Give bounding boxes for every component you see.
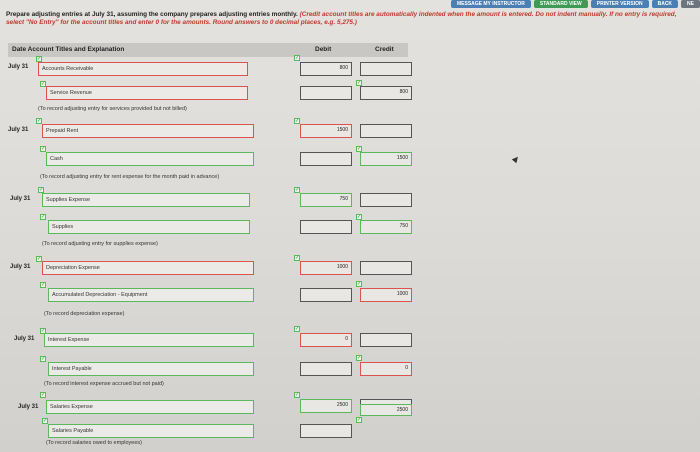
check-icon: ✓ bbox=[356, 355, 362, 361]
debit-amount-input[interactable] bbox=[300, 152, 352, 166]
entry-explanation: (To record depreciation expense) bbox=[44, 311, 125, 317]
instructions-main: Prepare adjusting entries at July 31, as… bbox=[6, 11, 298, 18]
credit-account-select[interactable]: Salaries Payable bbox=[48, 424, 254, 438]
check-icon: ✓ bbox=[294, 55, 300, 61]
entry-date: July 31 bbox=[8, 127, 29, 133]
credit-amount-input[interactable] bbox=[360, 124, 412, 138]
credit-account-select[interactable]: Accumulated Depreciation - Equipment bbox=[48, 288, 254, 302]
check-icon: ✓ bbox=[294, 392, 300, 398]
check-icon: ✓ bbox=[40, 356, 46, 362]
printer-version-button[interactable]: PRINTER VERSION bbox=[590, 0, 649, 8]
debit-account-select[interactable]: Prepaid Rent bbox=[42, 124, 254, 138]
credit-amount-input[interactable] bbox=[360, 62, 412, 76]
debit-account-select[interactable]: Depreciation Expense bbox=[42, 261, 254, 275]
entry-date: July 31 bbox=[18, 404, 39, 410]
credit-amount-input[interactable]: 0 bbox=[360, 362, 412, 376]
debit-amount-input[interactable] bbox=[300, 362, 352, 376]
entry-explanation: (To record salaries owed to employees) bbox=[46, 440, 142, 446]
debit-amount-input[interactable]: 1500 bbox=[300, 124, 352, 138]
debit-amount-input[interactable]: 800 bbox=[300, 62, 352, 76]
table-header: Date Account Titles and Explanation Debi… bbox=[8, 43, 408, 57]
credit-amount-input[interactable]: 1500 bbox=[360, 152, 412, 166]
debit-amount-input[interactable] bbox=[300, 220, 352, 234]
credit-amount-input[interactable]: 2500 bbox=[360, 404, 412, 416]
credit-amount-input[interactable]: 750 bbox=[360, 220, 412, 234]
standard-view-button[interactable]: STANDARD VIEW bbox=[533, 0, 588, 8]
top-nav: MESSAGE MY INSTRUCTOR STANDARD VIEW PRIN… bbox=[451, 0, 700, 8]
entry-date: July 31 bbox=[8, 64, 29, 70]
entry-date: July 31 bbox=[14, 336, 35, 342]
credit-account-select[interactable]: Interest Payable bbox=[48, 362, 254, 376]
debit-amount-input[interactable] bbox=[300, 86, 352, 100]
check-icon: ✓ bbox=[356, 281, 362, 287]
debit-account-select[interactable]: Supplies Expense bbox=[42, 193, 250, 207]
debit-amount-input[interactable]: 1000 bbox=[300, 261, 352, 275]
debit-amount-input[interactable]: 750 bbox=[300, 193, 352, 207]
mouse-cursor-icon bbox=[511, 154, 521, 164]
debit-account-select[interactable]: Salaries Expense bbox=[46, 400, 254, 414]
message-instructor-button[interactable]: MESSAGE MY INSTRUCTOR bbox=[451, 0, 531, 8]
page: MESSAGE MY INSTRUCTOR STANDARD VIEW PRIN… bbox=[0, 0, 700, 452]
entry-explanation: (To record interest expense accrued but … bbox=[44, 381, 164, 387]
entry-explanation: (To record adjusting entry for supplies … bbox=[42, 241, 158, 247]
debit-amount-input[interactable]: 2500 bbox=[300, 399, 352, 413]
check-icon: ✓ bbox=[356, 417, 362, 423]
check-icon: ✓ bbox=[40, 214, 46, 220]
entry-date: July 31 bbox=[10, 264, 31, 270]
credit-account-select[interactable]: Supplies bbox=[48, 220, 250, 234]
col-debit: Debit bbox=[315, 46, 332, 53]
col-date-account: Date Account Titles and Explanation bbox=[12, 46, 125, 53]
debit-amount-input[interactable]: 0 bbox=[300, 333, 352, 347]
credit-amount-input[interactable] bbox=[360, 333, 412, 347]
entry-explanation: (To record adjusting entry for services … bbox=[38, 106, 187, 112]
debit-amount-input[interactable] bbox=[300, 288, 352, 302]
entry-date: July 31 bbox=[10, 196, 31, 202]
credit-amount-input[interactable] bbox=[360, 193, 412, 207]
check-icon: ✓ bbox=[40, 392, 46, 398]
col-credit: Credit bbox=[375, 46, 394, 53]
credit-amount-input[interactable]: 1000 bbox=[360, 288, 412, 302]
credit-amount-input[interactable] bbox=[360, 261, 412, 275]
check-icon: ✓ bbox=[40, 282, 46, 288]
check-icon: ✓ bbox=[294, 326, 300, 332]
instructions: Prepare adjusting entries at July 31, as… bbox=[6, 11, 696, 27]
debit-amount-input[interactable] bbox=[300, 424, 352, 438]
next-button[interactable]: NE bbox=[681, 0, 700, 8]
back-button[interactable]: BACK bbox=[651, 0, 679, 8]
debit-account-select[interactable]: Interest Expense bbox=[44, 333, 254, 347]
credit-account-select[interactable]: Cash bbox=[46, 152, 254, 166]
debit-account-select[interactable]: Accounts Receivable bbox=[38, 62, 248, 76]
credit-amount-input[interactable]: 800 bbox=[360, 86, 412, 100]
entry-explanation: (To record adjusting entry for rent expe… bbox=[40, 174, 220, 180]
credit-account-select[interactable]: Service Revenue bbox=[46, 86, 248, 100]
